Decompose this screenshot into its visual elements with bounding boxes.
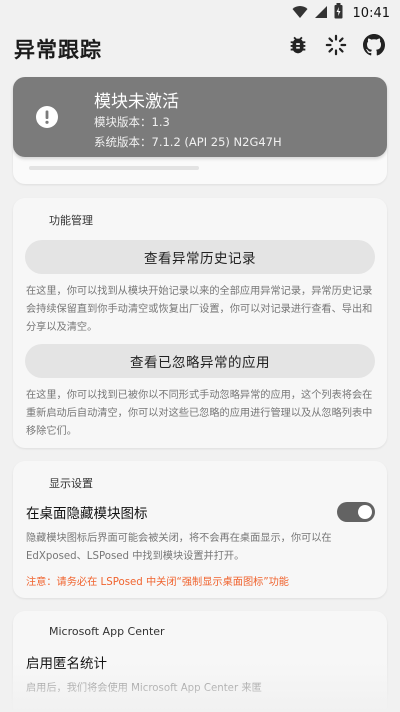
- status-icons: 10:41: [292, 3, 390, 23]
- view-history-button[interactable]: 查看异常历史记录: [25, 240, 375, 274]
- view-ignored-apps-button[interactable]: 查看已忽略异常的应用: [25, 344, 375, 378]
- app-bar: 异常跟踪: [0, 24, 400, 72]
- page-title: 异常跟踪: [14, 38, 102, 62]
- anon-stats-description: 启用后，我们将会使用 Microsoft App Center 来匿: [26, 683, 262, 694]
- signal-icon: [314, 4, 328, 23]
- battery-icon: [334, 3, 343, 23]
- history-description: 在这里，你可以找到从模块开始记录以来的全部应用异常记录，异常历史记录会持续保留直…: [26, 286, 373, 333]
- app-bar-actions: [286, 34, 386, 60]
- bug-button[interactable]: [286, 35, 310, 59]
- module-status-card[interactable]: 模块未激活 模块版本：1.3 系统版本：7.1.2 (API 25) N2G47…: [13, 77, 387, 157]
- section-title: 功能管理: [49, 214, 93, 227]
- toggle-knob: [358, 505, 372, 519]
- display-settings-card: 显示设置 在桌面隐藏模块图标 隐藏模块图标后界面可能会被关闭，将不会再在桌面显示…: [13, 461, 387, 598]
- module-version: 模块版本：1.3: [94, 115, 170, 129]
- feature-management-card: 功能管理 查看异常历史记录 在这里，你可以找到从模块开始记录以来的全部应用异常记…: [13, 198, 387, 448]
- ignored-description: 在这里，你可以找到已被你以不同形式手动忽略异常的应用，这个列表将会在重新启动后自…: [26, 390, 373, 437]
- github-button[interactable]: [362, 34, 386, 60]
- alert-icon: [35, 105, 59, 129]
- section-title: Microsoft App Center: [49, 625, 165, 638]
- loading-icon: [325, 34, 347, 60]
- section-title: 显示设置: [49, 477, 93, 490]
- module-status-title: 模块未激活: [94, 92, 179, 112]
- hide-icon-label: 在桌面隐藏模块图标: [26, 506, 148, 522]
- github-icon: [363, 34, 385, 60]
- warning-text: 注意：请务必在 LSPosed 中关闭“强制显示桌面图标”功能: [26, 577, 289, 588]
- loading-button[interactable]: [324, 34, 348, 60]
- clock: 10:41: [352, 5, 390, 21]
- status-bar: 10:41: [0, 0, 400, 24]
- hide-icon-description: 隐藏模块图标后界面可能会被关闭，将不会再在桌面显示，你可以在 EdXposed、…: [26, 533, 332, 562]
- wifi-icon: [292, 4, 308, 23]
- screen: 10:41 异常跟踪 模块未激活 模块版本：1.3 系统版本：7.1.2 (AP…: [0, 0, 400, 712]
- collapsed-card-text: [29, 166, 199, 170]
- hide-icon-toggle[interactable]: [337, 502, 375, 522]
- anon-stats-label[interactable]: 启用匿名统计: [26, 652, 107, 672]
- system-version: 系统版本：7.1.2 (API 25) N2G47H: [94, 135, 282, 149]
- app-center-card: Microsoft App Center 启用匿名统计 启用后，我们将会使用 M…: [13, 611, 387, 712]
- bug-icon: [287, 34, 309, 60]
